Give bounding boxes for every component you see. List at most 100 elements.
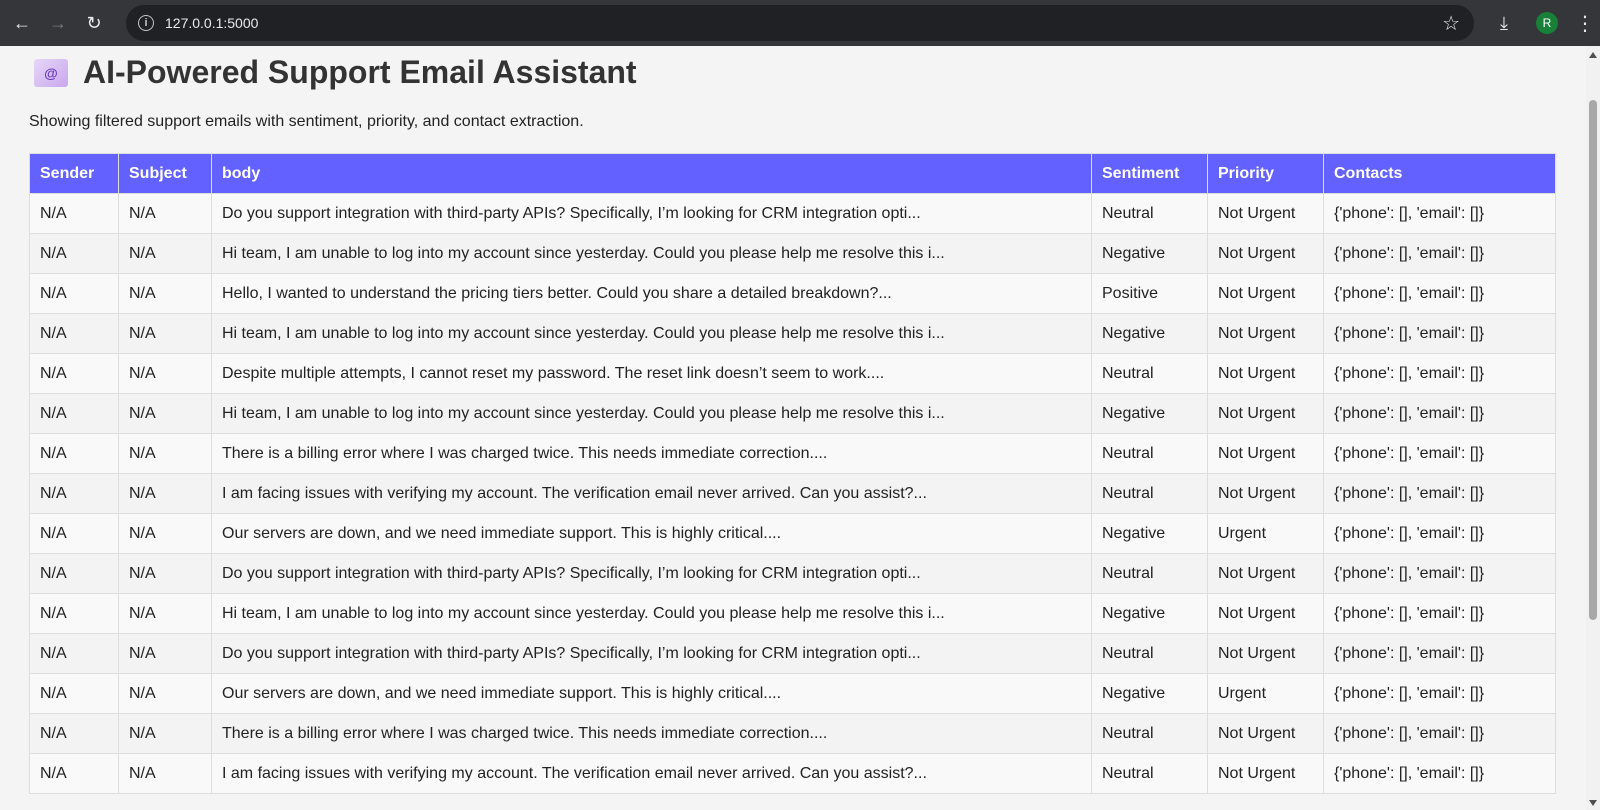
cell-priority: Not Urgent: [1207, 193, 1324, 234]
cell-subject: N/A: [118, 273, 212, 314]
url-text[interactable]: 127.0.0.1:5000: [165, 15, 258, 31]
cell-subject: N/A: [118, 673, 212, 714]
browser-toolbar: ← → ↻ i 127.0.0.1:5000 ☆ ⤓ R ⋮: [0, 0, 1600, 46]
cell-body: There is a billing error where I was cha…: [211, 433, 1092, 474]
cell-body: Do you support integration with third-pa…: [211, 193, 1092, 234]
bookmark-star-icon[interactable]: ☆: [1442, 11, 1460, 36]
cell-sentiment: Positive: [1091, 273, 1208, 314]
cell-priority: Urgent: [1207, 673, 1324, 714]
cell-sentiment: Negative: [1091, 673, 1208, 714]
scroll-down-icon[interactable]: [1589, 800, 1597, 806]
table-header-row: Sender Subject body Sentiment Priority C…: [29, 153, 1556, 194]
forward-icon[interactable]: →: [40, 5, 76, 41]
emails-table: Sender Subject body Sentiment Priority C…: [29, 153, 1556, 794]
cell-priority: Not Urgent: [1207, 713, 1324, 754]
cell-contacts: {'phone': [], 'email': []}: [1323, 713, 1556, 754]
cell-sender: N/A: [29, 633, 119, 674]
cell-priority: Urgent: [1207, 513, 1324, 554]
scroll-up-icon[interactable]: [1589, 52, 1597, 58]
table-row: N/A N/A Hi team, I am unable to log into m…: [29, 593, 1556, 634]
cell-priority: Not Urgent: [1207, 593, 1324, 634]
cell-contacts: {'phone': [], 'email': []}: [1323, 753, 1556, 794]
cell-body: Hi team, I am unable to log into my acco…: [211, 313, 1092, 354]
table-row: N/A N/A I am facing issues with verifying …: [29, 753, 1556, 794]
column-header-sentiment: Sentiment: [1091, 153, 1208, 194]
address-bar[interactable]: i 127.0.0.1:5000 ☆: [126, 5, 1474, 41]
cell-sender: N/A: [29, 593, 119, 634]
cell-body: I am facing issues with verifying my acc…: [211, 753, 1092, 794]
table-row: N/A N/A Do you support integration with th…: [29, 193, 1556, 234]
cell-sender: N/A: [29, 513, 119, 554]
cell-sentiment: Neutral: [1091, 353, 1208, 394]
page-viewport: @ AI-Powered Support Email Assistant Sho…: [0, 46, 1586, 810]
cell-subject: N/A: [118, 433, 212, 474]
cell-body: Our servers are down, and we need immedi…: [211, 513, 1092, 554]
download-icon[interactable]: ⤓: [1484, 13, 1524, 34]
vertical-scrollbar[interactable]: [1586, 46, 1600, 810]
cell-subject: N/A: [118, 353, 212, 394]
cell-priority: Not Urgent: [1207, 393, 1324, 434]
site-info-icon[interactable]: i: [138, 15, 154, 31]
cell-sentiment: Neutral: [1091, 473, 1208, 514]
cell-sentiment: Negative: [1091, 233, 1208, 274]
cell-sentiment: Negative: [1091, 313, 1208, 354]
cell-sentiment: Neutral: [1091, 193, 1208, 234]
page-title: AI-Powered Support Email Assistant: [83, 54, 637, 90]
cell-subject: N/A: [118, 593, 212, 634]
cell-sender: N/A: [29, 353, 119, 394]
cell-contacts: {'phone': [], 'email': []}: [1323, 673, 1556, 714]
table-row: N/A N/A Hi team, I am unable to log into m…: [29, 233, 1556, 274]
table-row: N/A N/A Do you support integration with th…: [29, 633, 1556, 674]
cell-sender: N/A: [29, 233, 119, 274]
cell-subject: N/A: [118, 313, 212, 354]
cell-priority: Not Urgent: [1207, 753, 1324, 794]
cell-body: Do you support integration with third-pa…: [211, 553, 1092, 594]
cell-sender: N/A: [29, 673, 119, 714]
cell-contacts: {'phone': [], 'email': []}: [1323, 313, 1556, 354]
cell-contacts: {'phone': [], 'email': []}: [1323, 233, 1556, 274]
cell-body: Our servers are down, and we need immedi…: [211, 673, 1092, 714]
column-header-priority: Priority: [1207, 153, 1324, 194]
menu-kebab-icon[interactable]: ⋮: [1570, 11, 1600, 36]
cell-body: I am facing issues with verifying my acc…: [211, 473, 1092, 514]
cell-priority: Not Urgent: [1207, 633, 1324, 674]
table-row: N/A N/A Hello, I wanted to understand the …: [29, 273, 1556, 314]
cell-sentiment: Neutral: [1091, 633, 1208, 674]
cell-contacts: {'phone': [], 'email': []}: [1323, 513, 1556, 554]
cell-body: Do you support integration with third-pa…: [211, 633, 1092, 674]
table-row: N/A N/A There is a billing error where I w…: [29, 433, 1556, 474]
mail-icon: @: [34, 58, 68, 87]
cell-sender: N/A: [29, 433, 119, 474]
cell-sentiment: Neutral: [1091, 713, 1208, 754]
profile-avatar[interactable]: R: [1536, 12, 1558, 34]
cell-contacts: {'phone': [], 'email': []}: [1323, 393, 1556, 434]
cell-sender: N/A: [29, 473, 119, 514]
table-row: N/A N/A Our servers are down, and we need …: [29, 513, 1556, 554]
column-header-subject: Subject: [118, 153, 212, 194]
cell-contacts: {'phone': [], 'email': []}: [1323, 273, 1556, 314]
cell-priority: Not Urgent: [1207, 233, 1324, 274]
cell-sentiment: Neutral: [1091, 553, 1208, 594]
cell-sender: N/A: [29, 393, 119, 434]
cell-subject: N/A: [118, 473, 212, 514]
cell-sentiment: Negative: [1091, 513, 1208, 554]
cell-subject: N/A: [118, 713, 212, 754]
cell-sentiment: Negative: [1091, 393, 1208, 434]
cell-body: Despite multiple attempts, I cannot rese…: [211, 353, 1092, 394]
table-row: N/A N/A Our servers are down, and we need …: [29, 673, 1556, 714]
cell-subject: N/A: [118, 553, 212, 594]
cell-priority: Not Urgent: [1207, 473, 1324, 514]
cell-contacts: {'phone': [], 'email': []}: [1323, 433, 1556, 474]
table-row: N/A N/A Do you support integration with th…: [29, 553, 1556, 594]
cell-sender: N/A: [29, 713, 119, 754]
page-subtitle: Showing filtered support emails with sen…: [29, 113, 584, 130]
scrollbar-thumb[interactable]: [1589, 100, 1597, 620]
cell-contacts: {'phone': [], 'email': []}: [1323, 553, 1556, 594]
cell-body: Hi team, I am unable to log into my acco…: [211, 233, 1092, 274]
cell-body: Hello, I wanted to understand the pricin…: [211, 273, 1092, 314]
back-icon[interactable]: ←: [4, 5, 40, 41]
cell-priority: Not Urgent: [1207, 553, 1324, 594]
cell-contacts: {'phone': [], 'email': []}: [1323, 353, 1556, 394]
cell-sentiment: Negative: [1091, 593, 1208, 634]
reload-icon[interactable]: ↻: [76, 5, 112, 41]
